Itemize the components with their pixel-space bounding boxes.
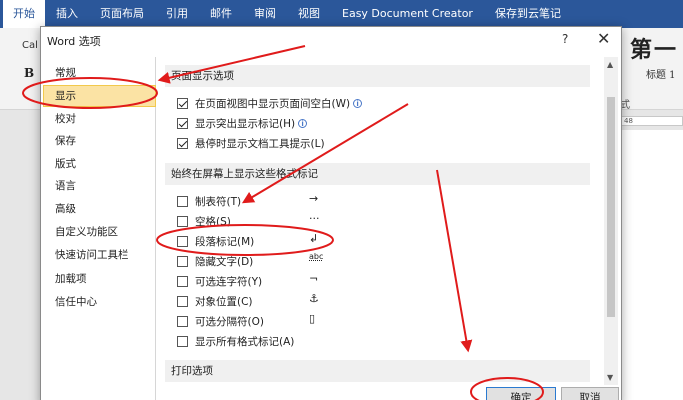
tab-easy-document-creator[interactable]: Easy Document Creator xyxy=(331,0,484,28)
checkbox[interactable] xyxy=(177,275,188,287)
option-object-anchors[interactable]: 对象位置(C) ⚓ xyxy=(177,292,357,310)
nav-item-layout[interactable]: 版式 xyxy=(55,154,76,174)
tab-mailings[interactable]: 邮件 xyxy=(199,0,243,28)
tab-page-layout[interactable]: 页面布局 xyxy=(89,0,155,28)
heading-1-style[interactable]: 第一 标题 1 xyxy=(630,32,683,81)
option-show-highlighter-marks[interactable]: 显示突出显示标记(H) i xyxy=(177,114,308,132)
checkbox[interactable] xyxy=(177,315,188,327)
document-page[interactable] xyxy=(615,130,683,400)
hidden-text-icon: abc xyxy=(309,252,324,261)
option-spaces[interactable]: 空格(S) ··· xyxy=(177,212,357,230)
nav-item-language[interactable]: 语言 xyxy=(55,176,76,196)
nav-item-advanced[interactable]: 高级 xyxy=(55,199,76,219)
scroll-up-icon[interactable]: ▲ xyxy=(607,60,613,69)
nav-item-add-ins[interactable]: 加载项 xyxy=(55,269,87,289)
section-formatting-marks-header: 始终在屏幕上显示这些格式标记 xyxy=(165,163,590,185)
option-label: 显示突出显示标记(H) xyxy=(195,117,296,130)
option-label: 隐藏文字(D) xyxy=(195,255,254,268)
option-label: 对象位置(C) xyxy=(195,295,253,308)
cancel-button[interactable]: 取消 xyxy=(561,387,619,400)
options-content: 页面显示选项 在页面视图中显示页面间空白(W) i 显示突出显示标记(H) i … xyxy=(165,57,615,400)
checkbox[interactable] xyxy=(177,235,188,247)
option-label: 可选分隔符(O) xyxy=(195,315,264,328)
options-nav: 常规 显示 校对 保存 版式 语言 高级 自定义功能区 快速访问工具栏 加载项 … xyxy=(43,57,156,400)
nav-item-display[interactable]: 显示 xyxy=(55,86,76,106)
paragraph-mark-icon: ↲ xyxy=(309,232,319,245)
checkbox-checked[interactable] xyxy=(177,137,188,149)
option-label: 段落标记(M) xyxy=(195,235,255,248)
anchor-icon: ⚓ xyxy=(309,292,319,305)
nav-item-customize-ribbon[interactable]: 自定义功能区 xyxy=(55,222,118,242)
option-label: 悬停时显示文档工具提示(L) xyxy=(195,137,325,150)
help-button[interactable]: ? xyxy=(562,32,568,46)
word-options-dialog: Word 选项 ? ✕ 常规 显示 校对 保存 版式 语言 高级 自定义功能区 … xyxy=(40,26,622,400)
close-icon[interactable]: ✕ xyxy=(597,29,610,48)
scroll-down-icon[interactable]: ▼ xyxy=(607,373,613,382)
tab-view[interactable]: 视图 xyxy=(287,0,331,28)
checkbox-checked[interactable] xyxy=(177,97,188,109)
tab-home[interactable]: 开始 xyxy=(3,0,45,28)
heading-label: 标题 1 xyxy=(646,70,676,81)
checkbox[interactable] xyxy=(177,255,188,267)
checkbox[interactable] xyxy=(177,295,188,307)
ok-button[interactable]: 确定 xyxy=(486,387,556,400)
nav-item-proofing[interactable]: 校对 xyxy=(55,109,76,129)
content-scrollbar[interactable]: ▲ ▼ xyxy=(604,57,618,385)
nav-item-general[interactable]: 常规 xyxy=(55,63,76,83)
space-mark-icon: ··· xyxy=(309,212,320,225)
option-show-whitespace[interactable]: 在页面视图中显示页面间空白(W) i xyxy=(177,94,363,112)
info-icon: i xyxy=(353,98,363,108)
tab-review[interactable]: 审阅 xyxy=(243,0,287,28)
ruler-value: 48 xyxy=(624,117,633,125)
checkbox[interactable] xyxy=(177,215,188,227)
optional-break-icon: ▯ xyxy=(309,312,316,325)
font-name-box[interactable]: Cal xyxy=(22,40,38,51)
heading-sample: 第一 xyxy=(630,37,679,63)
option-label: 可选连字符(Y) xyxy=(195,275,263,288)
info-icon: i xyxy=(298,118,308,128)
option-optional-breaks[interactable]: 可选分隔符(O) ▯ xyxy=(177,312,357,330)
section-print-options-header: 打印选项 xyxy=(165,360,590,382)
checkbox[interactable] xyxy=(177,335,188,347)
scroll-thumb[interactable] xyxy=(607,97,615,317)
option-paragraph-marks[interactable]: 段落标记(M) ↲ xyxy=(177,232,357,250)
tab-insert[interactable]: 插入 xyxy=(45,0,89,28)
nav-item-save[interactable]: 保存 xyxy=(55,131,76,151)
section-page-display-header: 页面显示选项 xyxy=(165,65,590,87)
checkbox-checked[interactable] xyxy=(177,117,188,129)
nav-item-quick-access-toolbar[interactable]: 快速访问工具栏 xyxy=(55,245,129,265)
option-show-document-tooltips[interactable]: 悬停时显示文档工具提示(L) xyxy=(177,134,325,152)
optional-hyphen-icon: ¬ xyxy=(309,272,319,285)
option-show-all-marks[interactable]: 显示所有格式标记(A) xyxy=(177,332,357,350)
option-label: 空格(S) xyxy=(195,215,231,228)
option-label: 显示所有格式标记(A) xyxy=(195,335,295,348)
nav-item-trust-center[interactable]: 信任中心 xyxy=(55,292,97,312)
tab-references[interactable]: 引用 xyxy=(155,0,199,28)
bold-button[interactable]: B xyxy=(24,66,34,80)
option-optional-hyphens[interactable]: 可选连字符(Y) ¬ xyxy=(177,272,357,290)
tab-mark-icon: → xyxy=(309,192,319,205)
ruler: 48 xyxy=(615,116,683,126)
option-tab-characters[interactable]: 制表符(T) → xyxy=(177,192,357,210)
option-label: 在页面视图中显示页面间空白(W) xyxy=(195,97,351,110)
option-label: 制表符(T) xyxy=(195,195,242,208)
tab-save-to-cloud-notes[interactable]: 保存到云笔记 xyxy=(484,0,572,28)
ribbon-tab-bar: 开始 插入 页面布局 引用 邮件 审阅 视图 Easy Document Cre… xyxy=(0,0,683,28)
dialog-title: Word 选项 xyxy=(47,35,101,48)
option-hidden-text[interactable]: 隐藏文字(D) abc xyxy=(177,252,357,270)
checkbox[interactable] xyxy=(177,195,188,207)
